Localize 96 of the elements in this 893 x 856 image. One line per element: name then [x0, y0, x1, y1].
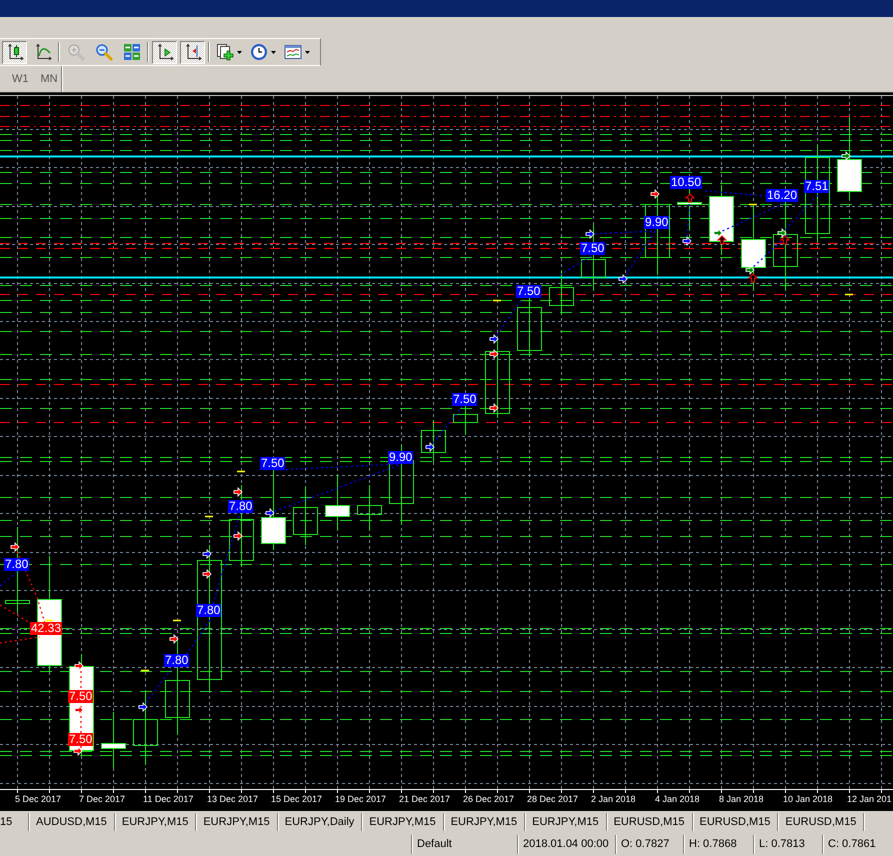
profile-name: Default	[411, 835, 517, 854]
timeframe-button[interactable]: MN	[36, 68, 63, 90]
chart-tab[interactable]: EURJPY,M15	[444, 813, 526, 831]
right-arrow-icon	[170, 634, 179, 644]
trade-label: 10.50	[670, 176, 702, 189]
caret-icon	[304, 50, 310, 54]
up-arrow-icon	[684, 193, 696, 202]
trade-label: 7.50	[260, 457, 286, 470]
trade-label: 7.50	[68, 690, 94, 703]
right-arrow-icon	[234, 487, 243, 497]
trade-label: 7.80	[164, 654, 190, 667]
trade-label: 7.80	[228, 500, 254, 513]
candle	[325, 474, 350, 530]
trade-label: 7.50	[68, 733, 94, 746]
trade-label: 7.51	[804, 180, 830, 193]
date-label: 12 Jan 201	[847, 794, 892, 804]
date-label: 5 Dec 2017	[15, 794, 62, 804]
candle	[421, 420, 446, 462]
chart-tab[interactable]: EURUSD,M15	[778, 813, 864, 831]
date-label: 11 Dec 2017	[143, 794, 194, 804]
date-label: 13 Dec 2017	[207, 794, 258, 804]
close-price: C: 0.7861	[822, 835, 893, 854]
right-arrow-icon	[842, 151, 851, 161]
date-label: 15 Dec 2017	[271, 794, 322, 804]
trade-label: 7.50	[452, 393, 478, 406]
right-arrow-icon	[714, 228, 723, 238]
date-label: 7 Dec 2017	[79, 794, 126, 804]
caret-icon	[270, 50, 276, 54]
chart-tab[interactable]: EURJPY,M15	[525, 813, 607, 831]
candle	[709, 184, 734, 256]
chart-tab[interactable]: EURJPY,Daily	[278, 813, 362, 831]
price-tick-icon	[173, 620, 181, 622]
chart-tab[interactable]: EURJPY,M15	[114, 813, 196, 831]
chart-tab[interactable]: 15	[0, 813, 29, 831]
chart-tab[interactable]: AUDUSD,M15	[29, 813, 115, 831]
up-arrow-icon	[748, 273, 758, 282]
right-arrow-icon	[618, 274, 628, 284]
right-arrow-icon	[74, 705, 84, 715]
candle	[357, 484, 382, 530]
trade-label: 7.50	[516, 285, 542, 298]
right-arrow-icon	[682, 236, 692, 246]
right-arrow-icon	[266, 508, 275, 518]
right-arrow-icon	[74, 661, 84, 671]
chart-shift-button[interactable]	[180, 40, 205, 64]
price-tick-icon	[237, 470, 245, 472]
trade-line	[560, 254, 594, 276]
trade-label: 16.20	[766, 189, 798, 202]
trade-label: 7.80	[196, 604, 222, 617]
trade-label: 7.80	[4, 558, 30, 571]
right-arrow-icon	[490, 403, 499, 413]
right-arrow-icon	[586, 229, 595, 239]
price-tick-icon	[205, 516, 213, 518]
bar-time: 2018.01.04 00:00	[517, 835, 615, 854]
trade-label: 9.90	[644, 216, 670, 229]
autoscroll-button[interactable]	[152, 40, 177, 64]
right-arrow-icon	[778, 228, 787, 238]
candle	[293, 486, 318, 546]
timeframe-button[interactable]: W1	[7, 68, 34, 90]
date-label: 28 Dec 2017	[527, 794, 578, 804]
right-arrow-icon	[650, 189, 660, 199]
trade-label: 42.33	[30, 622, 62, 635]
chart-tab[interactable]: EURUSD,M15	[606, 813, 692, 831]
up-arrow-icon	[780, 235, 790, 244]
right-arrow-icon	[138, 702, 148, 712]
high-price: H: 0.7868	[683, 835, 753, 854]
price-tick-icon	[141, 670, 149, 672]
date-label: 10 Jan 2018	[783, 794, 833, 804]
date-label: 8 Jan 2018	[719, 794, 764, 804]
candle	[101, 712, 126, 768]
date-label: 21 Dec 2017	[399, 794, 450, 804]
price-tick-icon	[749, 204, 757, 206]
price-tick-icon	[493, 300, 501, 302]
caret-icon	[236, 50, 242, 54]
price-tick-icon	[45, 620, 53, 622]
chart-tab[interactable]: EURJPY,M15	[196, 813, 278, 831]
chart-tab[interactable]: EURJPY,M15	[362, 813, 444, 831]
right-arrow-icon	[746, 265, 755, 275]
price-tick-icon	[845, 294, 853, 296]
chart-tab[interactable]: EURUSD,M15	[692, 813, 778, 831]
right-arrow-icon	[426, 442, 435, 452]
date-label: 4 Jan 2018	[655, 794, 700, 804]
date-label: 26 Dec 2017	[463, 794, 514, 804]
trade-line	[704, 190, 768, 197]
up-arrow-icon	[716, 235, 728, 244]
right-arrow-icon	[74, 746, 83, 756]
right-arrow-icon	[234, 531, 243, 541]
date-label: 2 Jan 2018	[591, 794, 636, 804]
open-price: O: 0.7827	[615, 835, 683, 854]
right-arrow-icon	[10, 542, 20, 552]
candlestick-button[interactable]	[2, 40, 27, 64]
trade-label: 9.90	[388, 451, 414, 464]
date-label: 19 Dec 2017	[335, 794, 386, 804]
trade-line	[0, 636, 40, 644]
trade-label: 7.50	[580, 242, 606, 255]
candle	[549, 270, 574, 316]
low-price: L: 0.7813	[753, 835, 822, 854]
